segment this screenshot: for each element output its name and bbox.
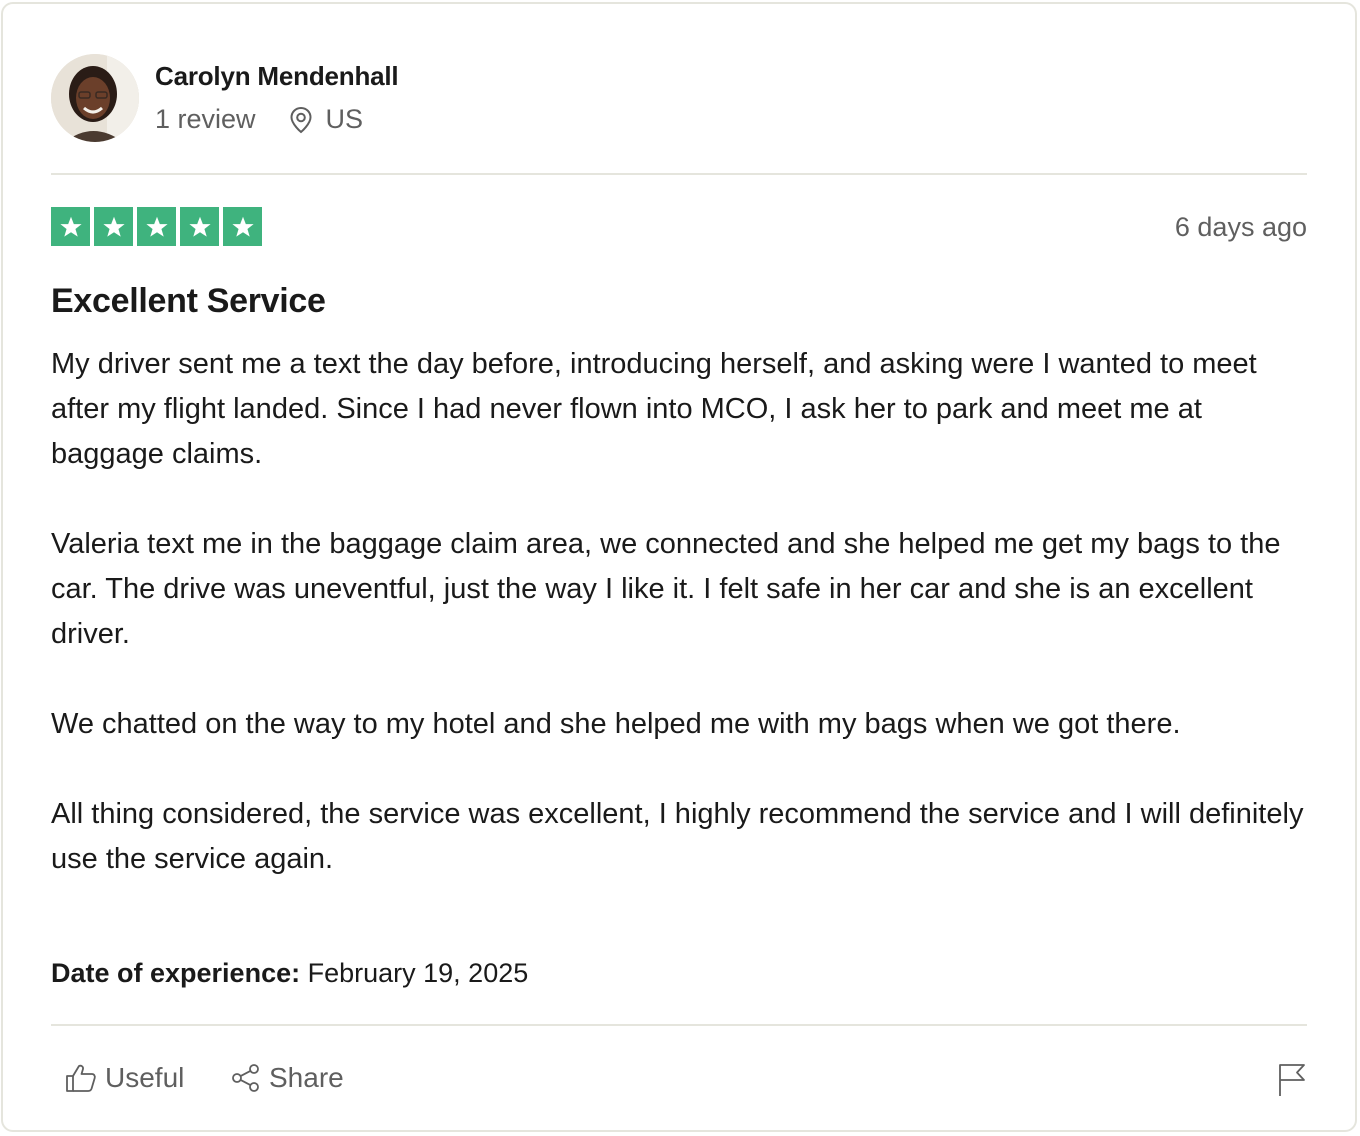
useful-label: Useful bbox=[105, 1062, 185, 1093]
location-pin-icon bbox=[290, 106, 312, 133]
star-icon bbox=[51, 207, 90, 246]
footer-divider bbox=[51, 1024, 1307, 1026]
experience-date: February 19, 2025 bbox=[307, 958, 529, 988]
star-icon bbox=[223, 207, 262, 246]
star-rating bbox=[51, 207, 266, 246]
avatar[interactable] bbox=[51, 54, 139, 142]
useful-button[interactable]: Useful bbox=[65, 1062, 184, 1094]
review-paragraph: We chatted on the way to my hotel and sh… bbox=[51, 708, 1181, 740]
experience-label: Date of experience: bbox=[51, 958, 301, 988]
report-button[interactable] bbox=[1277, 1062, 1307, 1103]
review-paragraph: All thing considered, the service was ex… bbox=[51, 798, 1304, 875]
reviewer-meta: 1 review US bbox=[155, 104, 363, 135]
review-actions: Useful Share bbox=[51, 1054, 1307, 1110]
review-title[interactable]: Excellent Service bbox=[51, 282, 326, 321]
review-count: 1 review bbox=[155, 104, 256, 134]
review-paragraph: My driver sent me a text the day before,… bbox=[51, 348, 1257, 470]
date-of-experience: Date of experience: February 19, 2025 bbox=[51, 958, 528, 989]
share-label: Share bbox=[269, 1062, 344, 1093]
star-icon bbox=[180, 207, 219, 246]
share-button[interactable]: Share bbox=[231, 1062, 344, 1094]
reviewer-location: US bbox=[288, 104, 364, 135]
star-icon bbox=[94, 207, 133, 246]
star-icon bbox=[137, 207, 176, 246]
review-body: My driver sent me a text the day before,… bbox=[51, 342, 1319, 927]
thumbs-up-icon bbox=[66, 1064, 96, 1092]
review-posted-date: 6 days ago bbox=[1174, 212, 1307, 242]
review-card: Carolyn Mendenhall 1 review US 6 days ag… bbox=[1, 2, 1357, 1132]
flag-icon bbox=[1279, 1064, 1305, 1096]
share-icon bbox=[232, 1064, 259, 1092]
location-text: US bbox=[325, 104, 364, 134]
header-divider bbox=[51, 173, 1307, 175]
review-paragraph: Valeria text me in the baggage claim are… bbox=[51, 528, 1281, 650]
reviewer-header: Carolyn Mendenhall 1 review US bbox=[51, 54, 1307, 144]
reviewer-name[interactable]: Carolyn Mendenhall bbox=[155, 61, 399, 92]
